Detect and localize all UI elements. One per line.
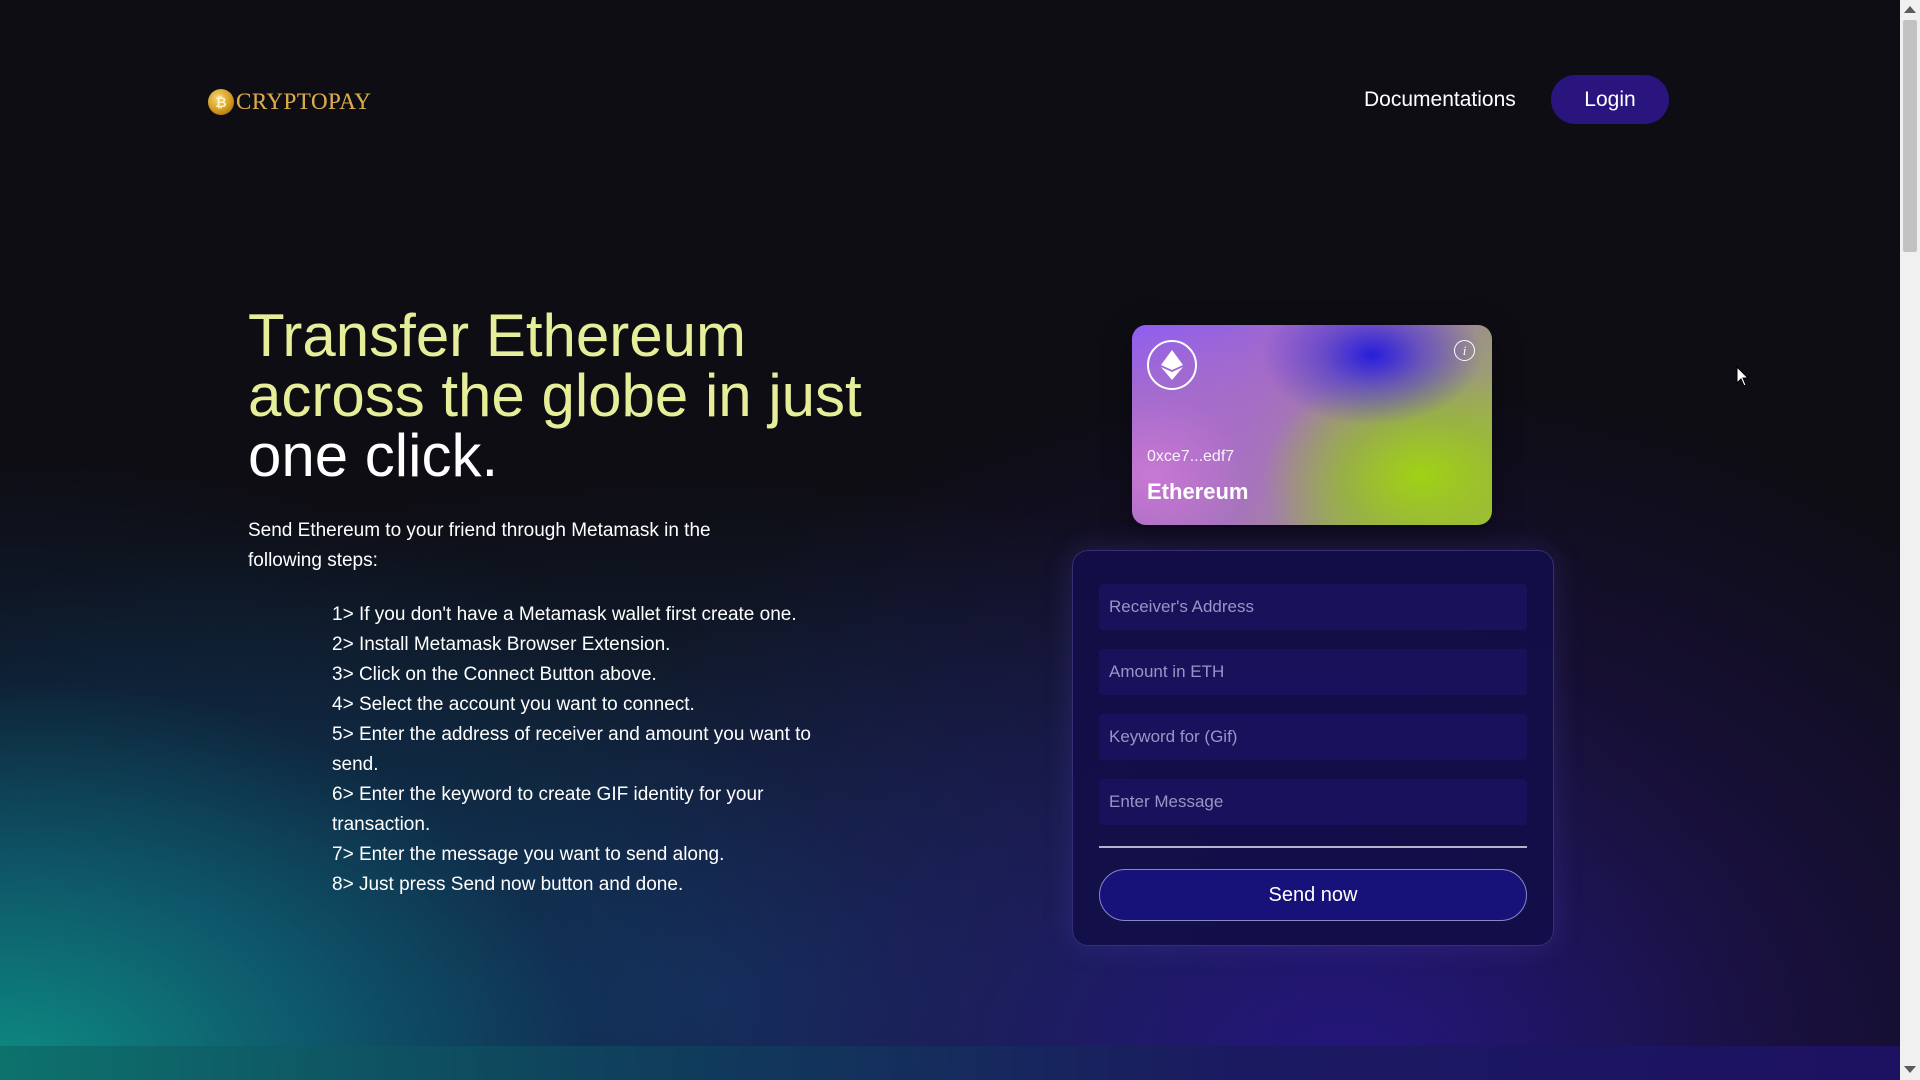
wallet-address: 0xce7...edf7	[1147, 448, 1235, 465]
ethereum-card: i 0xce7...edf7 Ethereum	[1132, 325, 1492, 525]
ethereum-glyph	[1161, 350, 1183, 380]
step-item: 3> Click on the Connect Button above.	[332, 664, 657, 685]
transfer-form: Send now	[1072, 550, 1554, 946]
ethereum-icon	[1147, 340, 1197, 390]
step-item: 8> Just press Send now button and done.	[332, 874, 684, 895]
step-item: 6> Enter the keyword to create GIF ident…	[332, 784, 764, 835]
brand-logo[interactable]: ₿ CRYPTOPAY	[208, 89, 371, 115]
scroll-down-arrow-icon[interactable]	[1904, 1066, 1916, 1073]
login-button[interactable]: Login	[1551, 75, 1669, 124]
hero-title-line-1: Transfer Ethereum	[248, 302, 746, 369]
steps-list: 1> If you don't have a Metamask wallet f…	[332, 600, 832, 900]
footer-strip	[0, 1046, 1900, 1080]
network-name: Ethereum	[1147, 479, 1249, 504]
message-input[interactable]	[1099, 779, 1527, 825]
receiver-address-input[interactable]	[1099, 584, 1527, 630]
amount-input[interactable]	[1099, 649, 1527, 695]
nav-documentations-link[interactable]: Documentations	[1364, 88, 1516, 112]
vertical-scrollbar[interactable]	[1900, 0, 1920, 1080]
hero-title-line-3: one click.	[248, 422, 499, 489]
form-divider	[1099, 846, 1527, 848]
step-item: 7> Enter the message you want to send al…	[332, 844, 725, 865]
step-item: 5> Enter the address of receiver and amo…	[332, 724, 811, 775]
hero-title-line-2: across the globe in just	[248, 362, 862, 429]
step-item: 4> Select the account you want to connec…	[332, 694, 695, 715]
send-now-button[interactable]: Send now	[1099, 869, 1527, 921]
brand-name: CRYPTOPAY	[236, 89, 372, 114]
scroll-thumb[interactable]	[1903, 20, 1917, 252]
step-item: 1> If you don't have a Metamask wallet f…	[332, 604, 797, 625]
page-background: ₿ CRYPTOPAY Documentations Login Transfe…	[0, 0, 1900, 1080]
info-icon[interactable]: i	[1454, 340, 1475, 361]
coin-icon: ₿	[208, 89, 234, 115]
scroll-up-arrow-icon[interactable]	[1904, 6, 1916, 13]
mouse-cursor-icon	[1736, 366, 1750, 387]
gif-keyword-input[interactable]	[1099, 714, 1527, 760]
hero-intro: Send Ethereum to your friend through Met…	[248, 520, 711, 571]
hero-title: Transfer Ethereum across the globe in ju…	[248, 306, 908, 486]
step-item: 2> Install Metamask Browser Extension.	[332, 634, 671, 655]
